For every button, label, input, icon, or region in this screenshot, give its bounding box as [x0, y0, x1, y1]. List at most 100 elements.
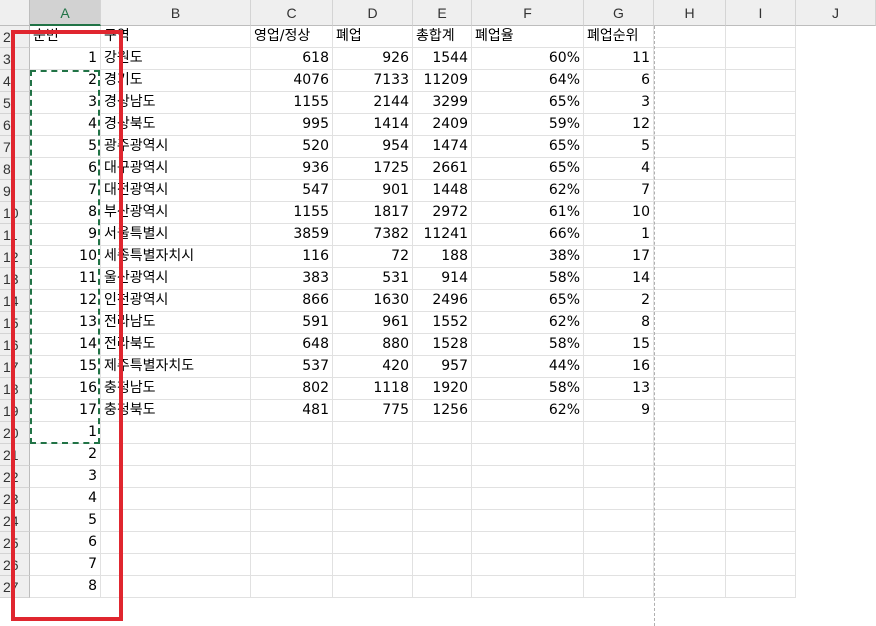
cell-d[interactable]: 880 — [333, 334, 413, 356]
cell-f[interactable]: 58% — [472, 334, 584, 356]
cell-b[interactable] — [101, 510, 251, 532]
cell-g[interactable] — [584, 488, 654, 510]
cell-b[interactable]: 전라남도 — [101, 312, 251, 334]
empty-cell[interactable] — [654, 554, 726, 576]
cell-e[interactable] — [413, 510, 472, 532]
header-cell-a[interactable]: 순번 — [30, 26, 101, 48]
cell-g[interactable]: 1 — [584, 224, 654, 246]
cell-g[interactable]: 8 — [584, 312, 654, 334]
cell-e[interactable]: 1448 — [413, 180, 472, 202]
empty-cell[interactable] — [654, 400, 726, 422]
cell-e[interactable]: 957 — [413, 356, 472, 378]
empty-cell[interactable] — [726, 92, 796, 114]
cell-c[interactable] — [251, 466, 333, 488]
empty-cell[interactable] — [654, 92, 726, 114]
cell-g[interactable]: 9 — [584, 400, 654, 422]
cell-a[interactable]: 9 — [30, 224, 101, 246]
empty-cell[interactable] — [726, 136, 796, 158]
cell-b[interactable]: 인천광역시 — [101, 290, 251, 312]
cell-a[interactable]: 3 — [30, 466, 101, 488]
row-header[interactable]: 4 — [0, 70, 30, 92]
cell-c[interactable] — [251, 444, 333, 466]
cell-e[interactable]: 2409 — [413, 114, 472, 136]
cell-a[interactable]: 1 — [30, 422, 101, 444]
cell-d[interactable]: 1630 — [333, 290, 413, 312]
row-header[interactable]: 21 — [0, 444, 30, 466]
row-header[interactable]: 19 — [0, 400, 30, 422]
cell-b[interactable] — [101, 444, 251, 466]
cell-f[interactable] — [472, 576, 584, 598]
cell-g[interactable] — [584, 444, 654, 466]
column-header-f[interactable]: F — [472, 0, 584, 26]
row-header[interactable]: 5 — [0, 92, 30, 114]
empty-cell[interactable] — [654, 114, 726, 136]
cell-c[interactable]: 866 — [251, 290, 333, 312]
cell-g[interactable]: 14 — [584, 268, 654, 290]
empty-cell[interactable] — [654, 488, 726, 510]
cell-a[interactable]: 10 — [30, 246, 101, 268]
cell-b[interactable]: 충청남도 — [101, 378, 251, 400]
cell-g[interactable]: 3 — [584, 92, 654, 114]
cell-d[interactable]: 775 — [333, 400, 413, 422]
row-header[interactable]: 2 — [0, 26, 30, 48]
empty-cell[interactable] — [726, 488, 796, 510]
empty-cell[interactable] — [726, 114, 796, 136]
cell-e[interactable] — [413, 554, 472, 576]
empty-cell[interactable] — [654, 312, 726, 334]
cell-b[interactable]: 세종특별자치시 — [101, 246, 251, 268]
cell-c[interactable]: 802 — [251, 378, 333, 400]
empty-cell[interactable] — [726, 334, 796, 356]
cell-g[interactable]: 7 — [584, 180, 654, 202]
empty-cell[interactable] — [654, 158, 726, 180]
cell-d[interactable]: 531 — [333, 268, 413, 290]
cell-g[interactable]: 10 — [584, 202, 654, 224]
row-header[interactable]: 25 — [0, 532, 30, 554]
cell-e[interactable] — [413, 466, 472, 488]
cell-e[interactable]: 2972 — [413, 202, 472, 224]
cell-f[interactable]: 65% — [472, 290, 584, 312]
empty-cell[interactable] — [654, 290, 726, 312]
cell-e[interactable]: 1920 — [413, 378, 472, 400]
cell-b[interactable]: 서울특별시 — [101, 224, 251, 246]
cell-f[interactable] — [472, 466, 584, 488]
cell-a[interactable]: 5 — [30, 136, 101, 158]
cell-f[interactable] — [472, 554, 584, 576]
header-cell-b[interactable]: 구역 — [101, 26, 251, 48]
empty-cell[interactable] — [654, 48, 726, 70]
cell-d[interactable] — [333, 510, 413, 532]
cell-g[interactable]: 4 — [584, 158, 654, 180]
cell-d[interactable]: 961 — [333, 312, 413, 334]
cell-b[interactable]: 울산광역시 — [101, 268, 251, 290]
cell-f[interactable]: 65% — [472, 136, 584, 158]
empty-cell[interactable] — [726, 202, 796, 224]
row-header[interactable]: 23 — [0, 488, 30, 510]
cell-a[interactable]: 11 — [30, 268, 101, 290]
cell-b[interactable] — [101, 488, 251, 510]
cell-g[interactable]: 6 — [584, 70, 654, 92]
cell-a[interactable]: 1 — [30, 48, 101, 70]
empty-cell[interactable] — [726, 224, 796, 246]
cell-f[interactable] — [472, 532, 584, 554]
cell-b[interactable]: 전라북도 — [101, 334, 251, 356]
cell-d[interactable]: 1414 — [333, 114, 413, 136]
cell-e[interactable]: 2496 — [413, 290, 472, 312]
cell-a[interactable]: 5 — [30, 510, 101, 532]
cell-b[interactable]: 대구광역시 — [101, 158, 251, 180]
empty-cell[interactable] — [654, 378, 726, 400]
empty-cell[interactable] — [654, 136, 726, 158]
cell-e[interactable] — [413, 422, 472, 444]
cell-a[interactable]: 8 — [30, 202, 101, 224]
cell-a[interactable]: 2 — [30, 444, 101, 466]
cell-c[interactable]: 520 — [251, 136, 333, 158]
cell-a[interactable]: 2 — [30, 70, 101, 92]
column-header-e[interactable]: E — [413, 0, 472, 26]
cell-d[interactable]: 7382 — [333, 224, 413, 246]
cell-f[interactable] — [472, 510, 584, 532]
cell-c[interactable] — [251, 510, 333, 532]
empty-cell[interactable] — [726, 356, 796, 378]
column-header-h[interactable]: H — [654, 0, 726, 26]
cell-d[interactable] — [333, 576, 413, 598]
cell-a[interactable]: 12 — [30, 290, 101, 312]
empty-cell[interactable] — [654, 224, 726, 246]
cell-c[interactable]: 591 — [251, 312, 333, 334]
